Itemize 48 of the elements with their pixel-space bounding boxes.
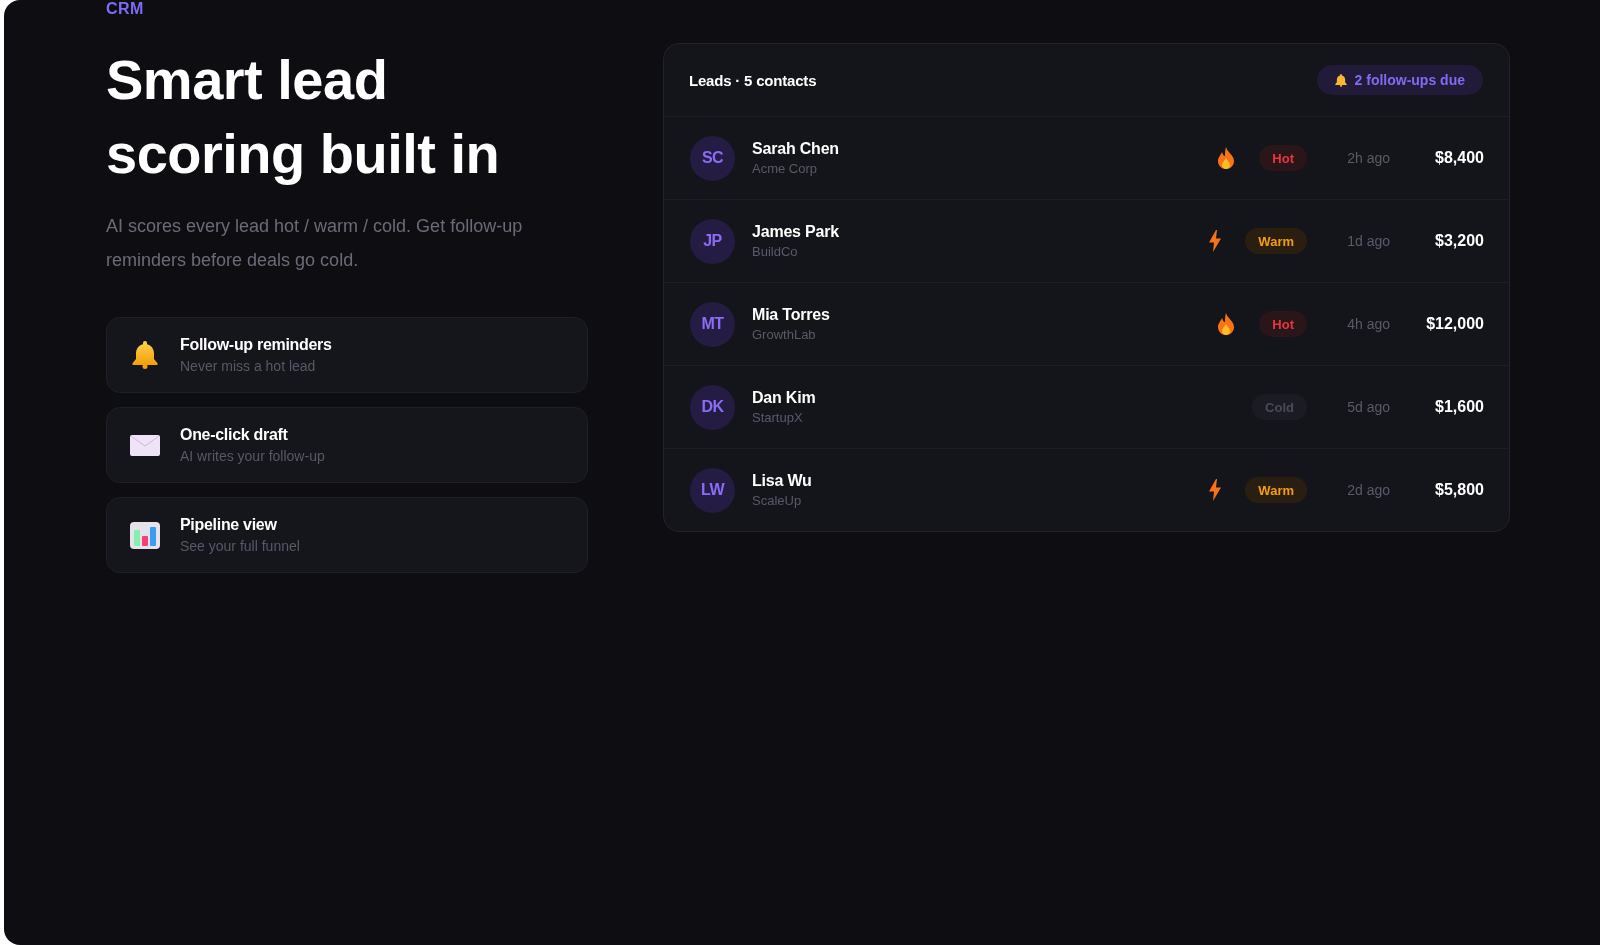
last-contact-time: 5d ago	[1347, 399, 1390, 415]
company-name: StartupX	[752, 409, 803, 426]
deal-value: $5,800	[1435, 481, 1484, 499]
feature-description: See your full funnel	[180, 537, 300, 555]
follow-ups-due-label: 2 follow-ups due	[1354, 72, 1465, 88]
contact-name: Dan Kim	[752, 388, 816, 407]
contact-name: James Park	[752, 222, 839, 241]
lightning-bolt-icon	[1209, 230, 1222, 252]
section-label: CRM	[106, 0, 144, 18]
company-name: ScaleUp	[752, 492, 802, 509]
company-name: GrowthLab	[752, 326, 816, 343]
feature-description: Never miss a hot lead	[180, 357, 316, 375]
last-contact-time: 2h ago	[1347, 150, 1390, 166]
last-contact-time: 4h ago	[1347, 316, 1390, 332]
contact-name: Mia Torres	[752, 305, 830, 324]
flame-icon	[1217, 147, 1236, 169]
company-name: Acme Corp	[752, 160, 818, 177]
contact-name: Sarah Chen	[752, 139, 839, 158]
description: AI scores every lead hot / warm / cold. Get follow-up reminders before deals go cold.	[106, 215, 524, 272]
avatar: SC	[690, 135, 735, 181]
panel-title: Leads · 5 contacts	[689, 71, 817, 89]
status-badge: Hot	[1259, 145, 1307, 171]
deal-value: $8,400	[1435, 149, 1484, 167]
avatar: JP	[690, 218, 735, 264]
status-badge: Warm	[1245, 477, 1307, 503]
deal-value: $12,000	[1426, 315, 1484, 333]
avatar: DK	[690, 384, 735, 430]
status-badge: Warm	[1245, 228, 1307, 254]
company-name: BuildCo	[752, 243, 798, 260]
flame-icon	[1217, 313, 1236, 335]
feature-title: Follow-up reminders	[180, 335, 332, 355]
last-contact-time: 2d ago	[1347, 482, 1390, 498]
avatar: MT	[690, 301, 735, 347]
bar-chart-icon	[130, 521, 160, 549]
avatar: LW	[690, 467, 735, 513]
status-badge: Hot	[1259, 311, 1307, 337]
feature-description: AI writes your follow-up	[180, 447, 325, 465]
feature-title: Pipeline view	[180, 515, 277, 535]
deal-value: $3,200	[1435, 232, 1484, 250]
feature-title: One-click draft	[180, 425, 288, 445]
bell-icon	[1334, 72, 1347, 88]
lightning-bolt-icon	[1209, 479, 1222, 501]
headline: Smart lead scoring built in	[106, 47, 501, 187]
envelope-icon	[130, 434, 160, 456]
deal-value: $1,600	[1435, 398, 1484, 416]
last-contact-time: 1d ago	[1347, 233, 1390, 249]
contact-name: Lisa Wu	[752, 471, 812, 490]
bell-icon	[132, 341, 158, 369]
